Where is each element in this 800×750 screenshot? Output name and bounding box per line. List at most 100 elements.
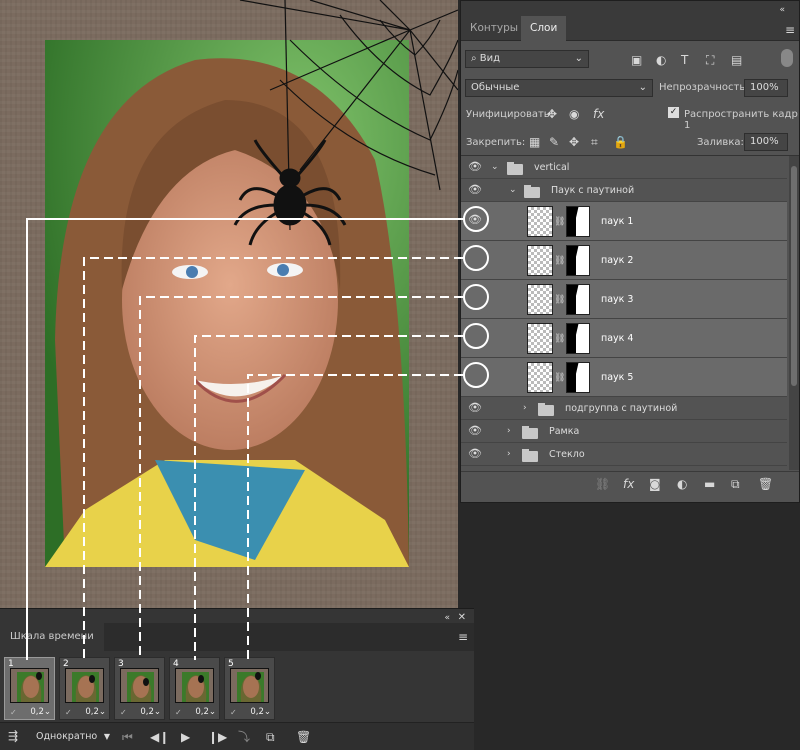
trash-icon[interactable]: 🗑: [758, 477, 773, 491]
lock-transparency-icon[interactable]: ▦: [529, 135, 540, 149]
duplicate-frame-icon[interactable]: ⧉: [266, 730, 275, 744]
layer-mask-thumbnail[interactable]: [566, 323, 590, 354]
image-filter-icon[interactable]: ▣: [631, 53, 642, 67]
fx-icon[interactable]: fx: [623, 477, 634, 491]
eye-icon[interactable]: 👁: [467, 424, 483, 440]
eye-icon[interactable]: 👁: [467, 160, 483, 176]
layer-name: паук 1: [601, 216, 634, 227]
tab-timeline[interactable]: Шкала времени: [0, 623, 104, 651]
chevron-right-icon[interactable]: ›: [523, 401, 527, 415]
frame-2[interactable]: 2 ✓ 0,2⌄: [59, 657, 110, 720]
layer-mask-thumbnail[interactable]: [566, 362, 590, 393]
layer-name: паук 3: [601, 294, 634, 305]
layer-mask-thumbnail[interactable]: [566, 245, 590, 276]
play-icon[interactable]: ▶: [181, 730, 190, 744]
link-icon[interactable]: ⛓: [554, 371, 565, 385]
tab-paths[interactable]: Контуры: [461, 16, 527, 41]
new-group-icon[interactable]: ▬: [704, 477, 715, 491]
blend-mode-select[interactable]: Обычные ⌄: [465, 79, 653, 97]
lock-pixels-icon[interactable]: ✎: [549, 135, 559, 149]
layer-mask-thumbnail[interactable]: [566, 206, 590, 237]
eye-icon[interactable]: 👁: [467, 401, 483, 417]
frame-delay[interactable]: 0,2⌄: [85, 707, 106, 717]
lock-position-icon[interactable]: ✥: [569, 135, 579, 149]
layer-name: паук 2: [601, 255, 634, 266]
fill-input[interactable]: 100%: [744, 133, 788, 151]
frame-disposal-icon[interactable]: ✓: [120, 708, 127, 717]
trash-icon[interactable]: 🗑: [296, 730, 311, 744]
frame-disposal-icon[interactable]: ✓: [175, 708, 182, 717]
first-frame-icon[interactable]: ⏮: [122, 730, 133, 744]
frame-3[interactable]: 3 ✓ 0,2⌄: [114, 657, 165, 720]
chevron-right-icon[interactable]: ›: [507, 447, 511, 461]
eye-icon[interactable]: 👁: [467, 213, 483, 229]
lock-all-icon[interactable]: 🔒: [613, 135, 628, 149]
link-icon[interactable]: ⛓: [554, 293, 565, 307]
layer-group-frame[interactable]: 👁 › Рамка: [461, 420, 787, 443]
next-frame-icon[interactable]: ❙▶: [208, 730, 227, 744]
layer-spider-5[interactable]: ⛓ паук 5: [461, 358, 787, 397]
layer-group-glass[interactable]: 👁 › Стекло: [461, 443, 787, 466]
new-layer-icon[interactable]: ⧉: [731, 477, 740, 491]
shape-filter-icon[interactable]: ⛶: [706, 53, 714, 67]
unify-visibility-icon[interactable]: ◉: [569, 107, 579, 121]
loop-options-select[interactable]: Однократно ▼: [32, 728, 112, 746]
frame-5[interactable]: 5 ✓ 0,2⌄: [224, 657, 275, 720]
layer-group-vertical[interactable]: 👁 ⌄ vertical: [461, 156, 787, 179]
layer-spider-2[interactable]: ⛓ паук 2: [461, 241, 787, 280]
link-icon[interactable]: ⛓: [554, 254, 565, 268]
link-layers-icon[interactable]: ⛓: [595, 477, 610, 491]
layer-thumbnail: [527, 245, 553, 276]
frame-disposal-icon[interactable]: ✓: [65, 708, 72, 717]
propagate-checkbox[interactable]: ✓: [668, 107, 679, 118]
eye-hidden-icon[interactable]: [467, 252, 483, 268]
frame-thumbnail: [10, 668, 49, 703]
chevron-down-icon[interactable]: ⌄: [491, 160, 499, 174]
frame-delay[interactable]: 0,2⌄: [30, 707, 51, 717]
frame-delay[interactable]: 0,2⌄: [140, 707, 161, 717]
filter-kind-select[interactable]: ⌕ Вид ⌄: [465, 50, 589, 68]
opacity-input[interactable]: 100%: [744, 79, 788, 97]
eye-icon[interactable]: 👁: [467, 183, 483, 199]
unify-style-icon[interactable]: fx: [593, 107, 604, 121]
convert-timeline-icon[interactable]: ⇶: [8, 729, 18, 743]
eye-icon[interactable]: 👁: [467, 447, 483, 463]
lock-artboard-icon[interactable]: ⌗: [591, 135, 598, 149]
smart-object-filter-icon[interactable]: ▤: [731, 53, 742, 67]
link-icon[interactable]: ⛓: [554, 215, 565, 229]
layer-spider-3[interactable]: ⛓ паук 3: [461, 280, 787, 319]
frame-delay[interactable]: 0,2⌄: [250, 707, 271, 717]
layer-group-spider-web[interactable]: 👁 ⌄ Паук с паутиной: [461, 179, 787, 202]
layers-panel: Контуры Слои « ≡ ⌕ Вид ⌄ ▣ ◐ T ⛶ ▤ Обычн…: [460, 0, 800, 503]
adjustment-filter-icon[interactable]: ◐: [656, 53, 666, 67]
frame-disposal-icon[interactable]: ✓: [230, 708, 237, 717]
filter-toggle[interactable]: [781, 49, 793, 67]
link-icon[interactable]: ⛓: [554, 332, 565, 346]
layer-group-subgroup[interactable]: 👁 › подгруппа с паутиной: [461, 397, 787, 420]
frame-disposal-icon[interactable]: ✓: [10, 708, 17, 717]
chevron-down-icon[interactable]: ⌄: [509, 183, 517, 197]
eye-hidden-icon[interactable]: [467, 291, 483, 307]
frame-4[interactable]: 4 ✓ 0,2⌄: [169, 657, 220, 720]
previous-frame-icon[interactable]: ◀❙: [150, 730, 169, 744]
frame-1[interactable]: 1 ✓ 0,2⌄: [4, 657, 55, 720]
type-filter-icon[interactable]: T: [681, 53, 688, 67]
document-canvas[interactable]: [0, 0, 458, 608]
collapse-icon[interactable]: «: [779, 3, 785, 17]
add-mask-icon[interactable]: ◙: [649, 477, 661, 491]
tab-layers[interactable]: Слои: [521, 16, 567, 41]
layer-thumbnail: [527, 362, 553, 393]
chevron-right-icon[interactable]: ›: [507, 424, 511, 438]
eye-hidden-icon[interactable]: [467, 330, 483, 346]
layer-spider-1[interactable]: 👁 ⛓ паук 1: [461, 202, 787, 241]
eye-hidden-icon[interactable]: [467, 369, 483, 385]
panel-menu-icon[interactable]: ≡: [785, 23, 795, 37]
layer-mask-thumbnail[interactable]: [566, 284, 590, 315]
frame-delay[interactable]: 0,2⌄: [195, 707, 216, 717]
layers-scrollbar[interactable]: [789, 156, 799, 470]
unify-position-icon[interactable]: ✥: [547, 107, 557, 121]
tween-icon[interactable]: ⤵: [238, 730, 250, 744]
panel-menu-icon[interactable]: ≡: [458, 630, 468, 644]
adjustment-layer-icon[interactable]: ◐: [677, 477, 687, 491]
layer-spider-4[interactable]: ⛓ паук 4: [461, 319, 787, 358]
